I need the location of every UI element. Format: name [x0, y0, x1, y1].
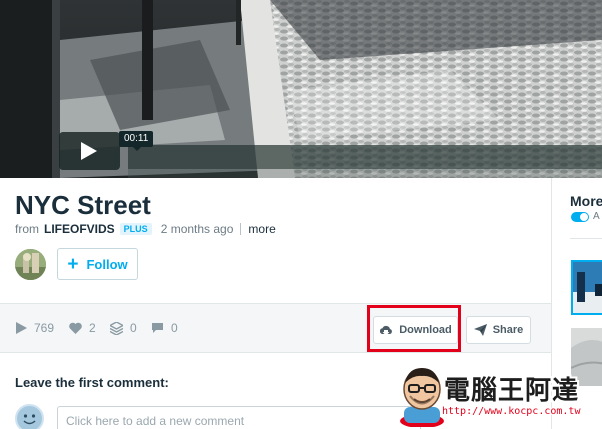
likes-count: 2: [89, 321, 96, 335]
sidebar-title: More: [570, 193, 602, 209]
related-sidebar: More A: [551, 178, 602, 429]
video-player[interactable]: 00:11: [0, 0, 602, 178]
follow-label: Follow: [86, 256, 128, 272]
plays-stat: 769: [16, 321, 54, 335]
play-button[interactable]: [59, 132, 120, 170]
byline: from LIFEOFVIDS PLUS 2 months ago more: [15, 222, 276, 236]
author-avatar[interactable]: [15, 249, 46, 280]
plus-icon: +: [67, 253, 79, 275]
comments-count: 0: [171, 321, 178, 335]
cloud-download-icon: [380, 325, 393, 335]
stats-bar: 769 2 0 0 Download Share: [0, 303, 551, 353]
more-link[interactable]: more: [248, 222, 275, 236]
paper-plane-icon: [473, 324, 487, 336]
comments-stat[interactable]: 0: [151, 321, 178, 335]
collections-stat[interactable]: 0: [110, 321, 137, 335]
related-video-thumbnail[interactable]: [571, 260, 602, 315]
related-video-thumbnail[interactable]: [571, 328, 602, 386]
smiley-icon: [17, 406, 42, 429]
plays-count: 769: [34, 321, 55, 335]
likes-stat[interactable]: 2: [69, 321, 96, 335]
author-link[interactable]: LIFEOFVIDS: [44, 222, 115, 236]
upload-age: 2 months ago: [160, 222, 234, 236]
plus-badge: PLUS: [119, 223, 152, 235]
thumbnail-image: [573, 262, 602, 313]
comment-input[interactable]: [57, 406, 421, 429]
clip-title: NYC Street: [15, 190, 151, 220]
download-label: Download: [399, 324, 452, 336]
layers-icon: [110, 321, 123, 335]
sidebar-divider: [570, 238, 602, 239]
byline-divider: [240, 223, 242, 235]
share-button[interactable]: Share: [466, 316, 531, 344]
autoplay-label: A: [593, 211, 600, 222]
play-icon: [81, 142, 97, 160]
current-user-avatar: [15, 404, 44, 429]
heart-icon: [69, 322, 82, 334]
video-progress-bar[interactable]: [128, 145, 602, 169]
comments-heading: Leave the first comment:: [15, 375, 169, 390]
time-tooltip: 00:11: [119, 131, 154, 151]
share-label: Share: [492, 324, 524, 336]
comment-bubble-icon: [152, 323, 163, 333]
clip-details: NYC Street from LIFEOFVIDS PLUS 2 months…: [0, 178, 551, 429]
from-label: from: [15, 222, 39, 236]
download-button[interactable]: Download: [373, 316, 458, 344]
avatar-image: [15, 249, 46, 280]
autoplay-toggle[interactable]: [571, 212, 589, 222]
play-count-icon: [16, 322, 27, 334]
thumbnail-image: [571, 328, 602, 386]
collections-count: 0: [130, 321, 137, 335]
follow-button[interactable]: + Follow: [57, 248, 138, 280]
